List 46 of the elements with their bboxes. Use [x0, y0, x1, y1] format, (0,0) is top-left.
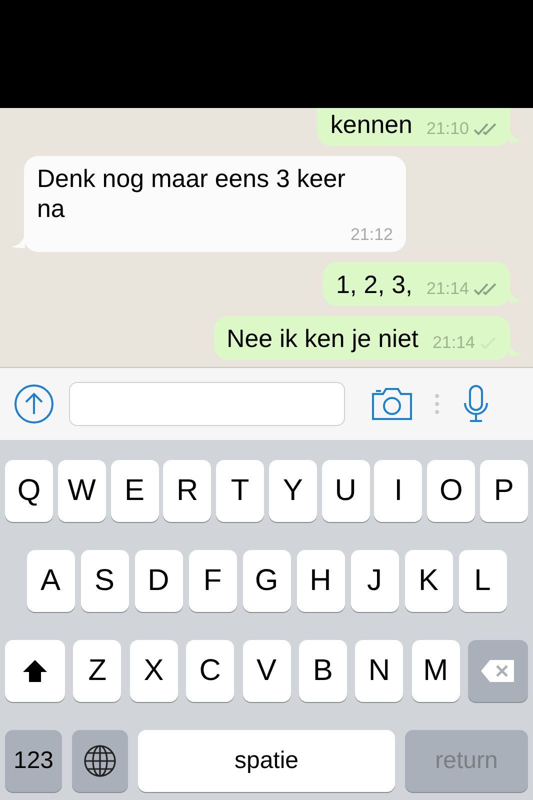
- letter-key[interactable]: V: [242, 640, 290, 702]
- message-text: kennen: [330, 110, 412, 140]
- letter-key[interactable]: N: [355, 640, 404, 702]
- letter-key[interactable]: X: [130, 640, 178, 702]
- letter-key[interactable]: C: [186, 640, 234, 702]
- message-time: 21:14: [432, 332, 475, 354]
- letter-key[interactable]: W: [58, 460, 106, 522]
- shift-arrow-icon: [22, 659, 48, 683]
- letter-key[interactable]: J: [350, 550, 398, 612]
- letter-key[interactable]: R: [163, 460, 212, 522]
- numbers-key[interactable]: 123: [5, 730, 62, 792]
- delete-key[interactable]: [468, 640, 528, 702]
- letter-key[interactable]: D: [134, 550, 182, 612]
- letter-key[interactable]: T: [216, 460, 264, 522]
- message-text: 1, 2, 3,: [336, 270, 412, 300]
- letter-key[interactable]: Q: [5, 460, 53, 522]
- letter-key[interactable]: P: [480, 460, 528, 522]
- backspace-icon: [480, 659, 516, 683]
- globe-key[interactable]: [72, 730, 128, 792]
- letter-key[interactable]: U: [322, 460, 370, 522]
- shift-key[interactable]: [5, 640, 65, 702]
- letter-key[interactable]: A: [26, 550, 74, 612]
- globe-icon: [84, 745, 116, 777]
- letter-key[interactable]: L: [458, 550, 506, 612]
- message-time: 21:14: [426, 278, 469, 300]
- letter-key[interactable]: F: [188, 550, 236, 612]
- camera-icon[interactable]: [371, 387, 413, 421]
- letter-key[interactable]: G: [242, 550, 290, 612]
- message-text: Denk nog maar eens 3 keer na: [37, 164, 347, 224]
- letter-key[interactable]: B: [298, 640, 347, 702]
- letter-key[interactable]: Y: [268, 460, 317, 522]
- message-time: 21:12: [350, 224, 393, 246]
- letter-key[interactable]: M: [412, 640, 460, 702]
- message-time: 21:10: [426, 118, 469, 140]
- separator-dots-icon: [435, 393, 439, 415]
- microphone-icon[interactable]: [463, 385, 489, 423]
- message-input-field[interactable]: [69, 382, 345, 426]
- letter-key[interactable]: S: [80, 550, 128, 612]
- letter-key[interactable]: I: [374, 460, 422, 522]
- letter-key[interactable]: Z: [73, 640, 122, 702]
- letter-key[interactable]: O: [427, 460, 476, 522]
- letter-key[interactable]: E: [110, 460, 159, 522]
- letter-key[interactable]: K: [404, 550, 452, 612]
- letter-key[interactable]: H: [296, 550, 344, 612]
- message-text: Nee ik ken je niet: [226, 324, 418, 354]
- space-key[interactable]: spatie: [138, 730, 395, 792]
